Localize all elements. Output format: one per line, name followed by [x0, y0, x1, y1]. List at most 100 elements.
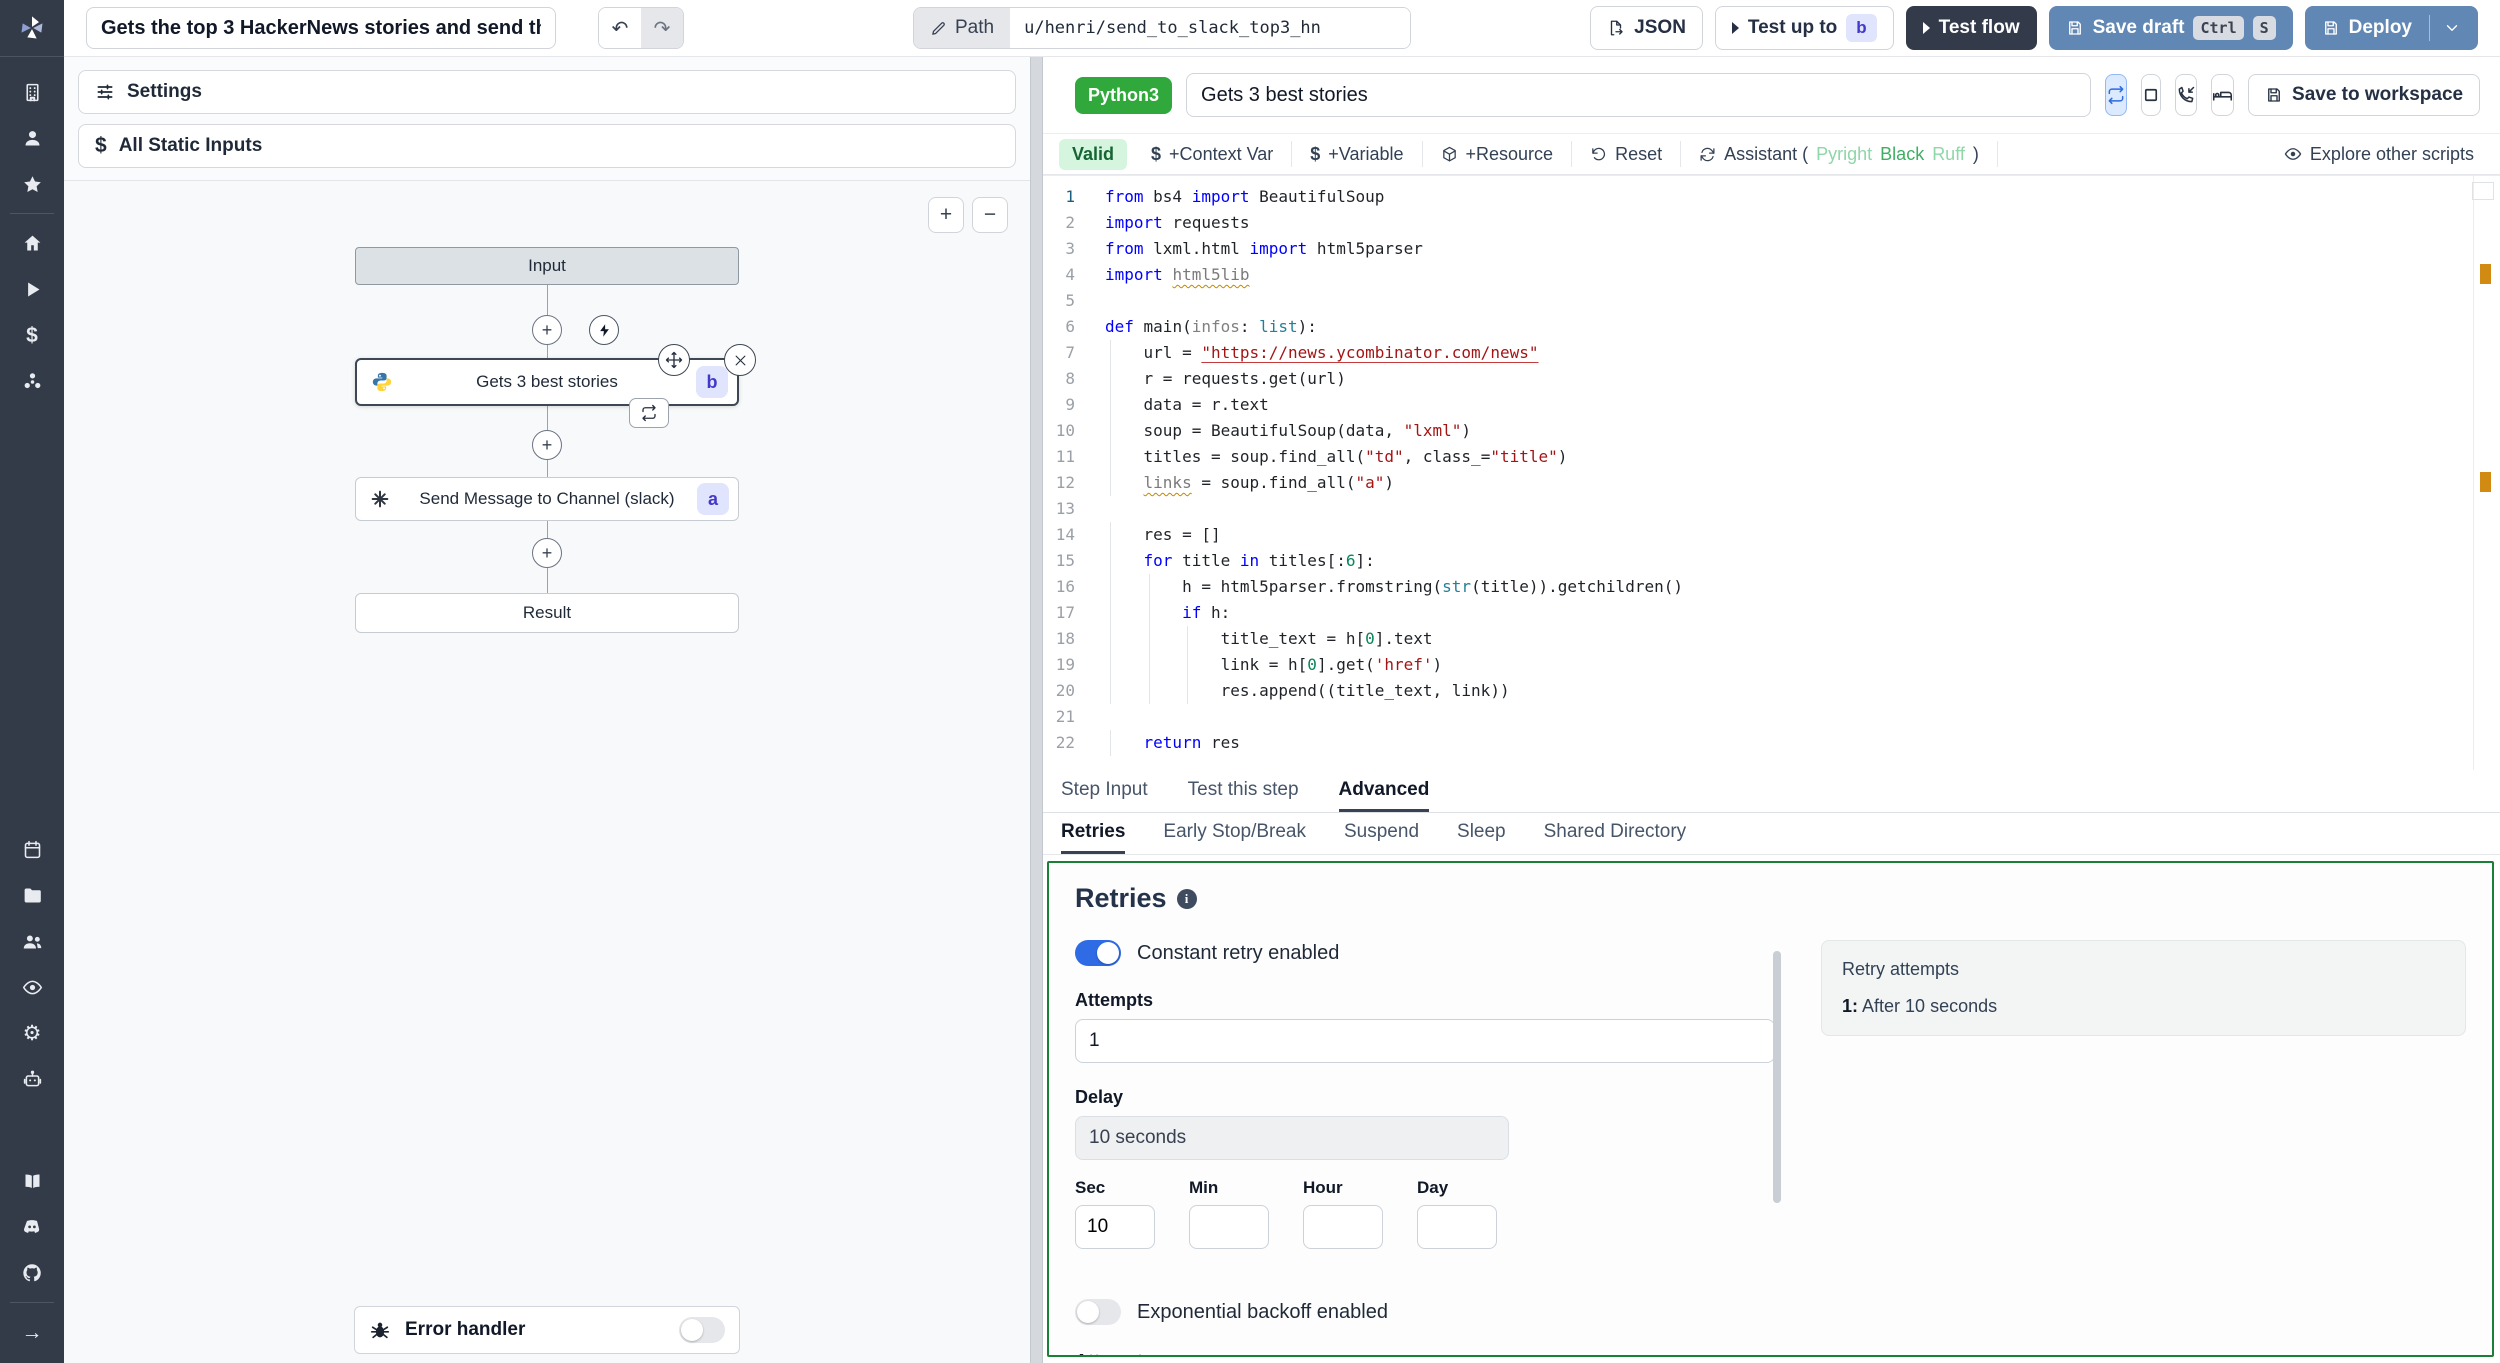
flow-node-input[interactable]: Input	[355, 247, 739, 285]
flow-node-step-b[interactable]: Gets 3 best stories b	[355, 344, 756, 428]
path-input[interactable]	[1010, 8, 1411, 48]
assistant-tool-pyright: Pyright	[1816, 143, 1873, 164]
retries-shortcut-button[interactable]	[2105, 74, 2128, 116]
add-resource-button[interactable]: +Resource	[1423, 141, 1573, 167]
tab-advanced[interactable]: Advanced	[1338, 770, 1430, 812]
bed-icon	[2212, 91, 2233, 101]
move-step-button[interactable]	[658, 344, 690, 376]
flow-static-inputs-label: All Static Inputs	[118, 135, 263, 156]
min-input[interactable]	[1189, 1205, 1269, 1249]
undo-button[interactable]: ↶	[599, 8, 641, 48]
assistant-button[interactable]: Assistant ( Pyright Black Ruff )	[1681, 141, 1998, 167]
sidebar-item-user[interactable]	[0, 115, 64, 161]
sidebar-item-groups[interactable]	[0, 918, 64, 964]
sleep-shortcut-button[interactable]	[2211, 74, 2235, 116]
add-step-button-1[interactable]: +	[532, 315, 562, 345]
step-name-input[interactable]	[1186, 73, 2092, 117]
zoom-out-button[interactable]: −	[972, 197, 1008, 233]
flow-settings-bar[interactable]: Settings	[78, 70, 1016, 114]
eye-icon	[22, 980, 42, 994]
sidebar-item-workers[interactable]: ⚙	[0, 1010, 64, 1056]
windmill-pinwheel-icon	[21, 16, 43, 39]
error-handler-toggle[interactable]	[679, 1317, 725, 1343]
hour-label: Hour	[1303, 1178, 1343, 1197]
sidebar-item-folders[interactable]	[0, 872, 64, 918]
reset-button[interactable]: Reset	[1572, 141, 1682, 167]
delete-step-button[interactable]	[724, 344, 756, 376]
panel-splitter[interactable]	[1030, 57, 1043, 1363]
path-group: Path	[913, 7, 1412, 49]
add-step-button-3[interactable]: +	[532, 538, 562, 568]
add-context-var-button[interactable]: $ +Context Var	[1133, 141, 1293, 167]
flow-node-result[interactable]: Result	[355, 593, 739, 633]
save-to-workspace-button[interactable]: Save to workspace	[2248, 74, 2481, 116]
add-step-button-2[interactable]: +	[532, 430, 562, 460]
subtab-shared-directory[interactable]: Shared Directory	[1544, 813, 1687, 854]
subtab-retries[interactable]: Retries	[1061, 813, 1126, 854]
error-handler-node[interactable]: Error handler	[354, 1306, 740, 1354]
sidebar-item-docs[interactable]	[0, 1158, 64, 1204]
sidebar-item-home[interactable]	[0, 220, 64, 266]
retries-form-scrollbar[interactable]	[1773, 951, 1781, 1203]
flow-static-inputs-bar[interactable]: $ All Static Inputs	[78, 124, 1016, 168]
overview-ruler	[2473, 176, 2474, 770]
path-chip[interactable]: Path	[914, 8, 1011, 48]
windmill-logo[interactable]	[0, 0, 64, 57]
redo-button[interactable]: ↷	[641, 8, 683, 48]
dollar-icon: $	[1151, 143, 1162, 164]
flow-title-input[interactable]	[86, 7, 556, 49]
slack-icon	[370, 489, 390, 509]
subtab-early-stop[interactable]: Early Stop/Break	[1163, 813, 1306, 854]
early-stop-shortcut-button[interactable]	[2141, 74, 2162, 116]
subtab-sleep[interactable]: Sleep	[1457, 813, 1506, 854]
step-editor-panel: Python3 Save	[1043, 57, 2500, 1363]
flow-top-bars: Settings $ All Static Inputs	[64, 57, 1030, 181]
flow-node-step-a[interactable]: Send Message to Channel (slack) a	[355, 477, 739, 521]
tab-test-this-step[interactable]: Test this step	[1188, 770, 1299, 812]
sidebar-item-worker-groups[interactable]	[0, 1056, 64, 1102]
json-button[interactable]: JSON	[1590, 6, 1703, 50]
json-button-label: JSON	[1634, 17, 1686, 38]
chevron-down-icon[interactable]	[2443, 19, 2461, 37]
topbar: ↶ ↷ Path JSON Test up to b	[64, 0, 2500, 57]
retry-indicator-button[interactable]	[629, 398, 669, 428]
editor-scrollbar[interactable]	[2472, 182, 2494, 200]
sidebar-item-discord[interactable]	[0, 1204, 64, 1250]
explore-other-scripts-button[interactable]: Explore other scripts	[2284, 144, 2474, 165]
sidebar-item-favorites[interactable]	[0, 161, 64, 207]
test-flow-button[interactable]: Test flow	[1905, 6, 2037, 50]
info-icon[interactable]: i	[1176, 888, 1197, 909]
sidebar-item-workspace[interactable]	[0, 69, 64, 115]
assistant-tool-black: Black	[1880, 143, 1925, 164]
zoom-in-button[interactable]: +	[928, 197, 964, 233]
code-editor[interactable]: 1 2 3 4 5 6 7 8 9 10 11 12 13 14 15 16 17 18 19 20 21 22 from…	[1043, 175, 2500, 770]
sec-input[interactable]	[1075, 1205, 1155, 1249]
save-draft-button[interactable]: Save draft Ctrl S	[2048, 6, 2293, 50]
subtab-suspend[interactable]: Suspend	[1344, 813, 1419, 854]
constant-retry-toggle[interactable]	[1075, 940, 1121, 966]
sidebar: $ ⚙ →	[0, 0, 64, 1363]
sidebar-item-schedules[interactable]	[0, 826, 64, 872]
attempts-input[interactable]	[1075, 1019, 1775, 1063]
hour-input[interactable]	[1303, 1205, 1383, 1249]
home-icon	[24, 235, 40, 250]
trigger-button[interactable]	[589, 315, 619, 345]
exponential-backoff-toggle[interactable]	[1075, 1299, 1121, 1325]
sidebar-item-runs[interactable]	[0, 266, 64, 312]
suspend-shortcut-button[interactable]	[2175, 74, 2198, 116]
deploy-button[interactable]: Deploy	[2304, 6, 2478, 50]
sidebar-item-audit-logs[interactable]	[0, 964, 64, 1010]
canvas-zoom-controls: + −	[928, 197, 1008, 233]
sidebar-item-github[interactable]	[0, 1250, 64, 1296]
test-up-to-button[interactable]: Test up to b	[1714, 6, 1894, 50]
retries-title: Retries	[1075, 883, 1167, 913]
flow-canvas[interactable]: + − Input + Gets 3 best stories b + Send…	[64, 181, 1030, 1363]
retry-attempt-item: 1: After 10 seconds	[1842, 996, 2445, 1017]
sidebar-item-resources[interactable]	[0, 358, 64, 404]
sidebar-expand-button[interactable]: →	[0, 1309, 64, 1355]
add-variable-button[interactable]: $ +Variable	[1292, 141, 1423, 167]
day-input[interactable]	[1417, 1205, 1497, 1249]
tab-step-input[interactable]: Step Input	[1061, 770, 1148, 812]
sidebar-item-variables[interactable]: $	[0, 312, 64, 358]
code-lines[interactable]: from bs4 import BeautifulSoup import requ…	[1089, 176, 2500, 770]
